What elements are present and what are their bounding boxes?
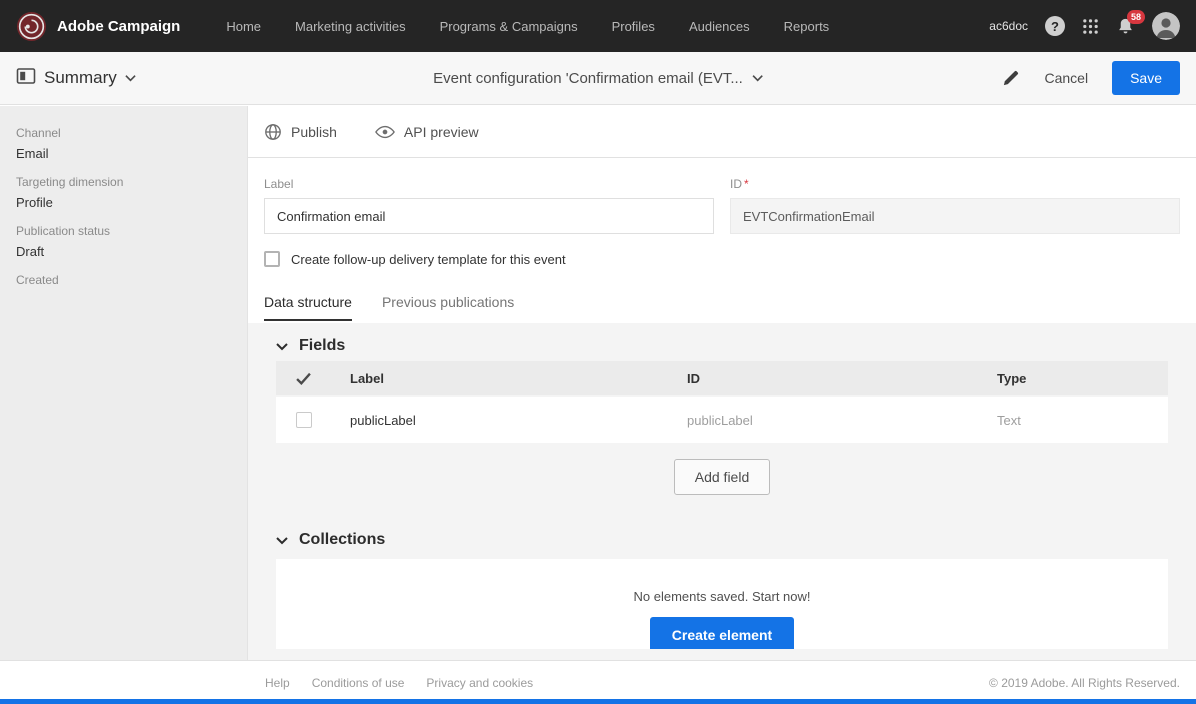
nav-item-home[interactable]: Home <box>226 19 261 34</box>
publish-label: Publish <box>291 124 337 140</box>
bottom-accent-bar <box>0 699 1196 704</box>
fields-section-title: Fields <box>299 337 345 355</box>
summary-icon <box>16 66 36 91</box>
sidebar-item-channel: Channel Email <box>16 126 231 161</box>
collections-section-title: Collections <box>299 531 385 549</box>
adobe-campaign-logo-icon <box>16 11 47 42</box>
account-id[interactable]: ac6doc <box>989 19 1028 33</box>
copyright-notice: © 2019 Adobe. All Rights Reserved. <box>989 676 1180 690</box>
page-header: Summary Event configuration 'Confirmatio… <box>0 52 1196 105</box>
fields-table-header: Label ID Type <box>276 361 1168 395</box>
id-input <box>730 198 1180 234</box>
create-element-button[interactable]: Create element <box>650 617 794 649</box>
event-config-form: Label ID* <box>248 158 1196 234</box>
main-content: Publish API preview Label ID* Create fol… <box>248 106 1196 660</box>
column-header-type: Type <box>997 371 1168 386</box>
row-checkbox[interactable] <box>296 412 312 428</box>
footer-link-help[interactable]: Help <box>265 676 290 690</box>
page-title: Event configuration 'Confirmation email … <box>433 70 743 87</box>
sidebar-item-label: Publication status <box>16 224 231 238</box>
notification-badge: 58 <box>1127 10 1145 24</box>
sidebar-item-publication-status: Publication status Draft <box>16 224 231 259</box>
field-label-cell: publicLabel <box>350 413 687 428</box>
id-field-label: ID* <box>730 177 1180 191</box>
fields-table: Label ID Type publicLabel publicLabel Te… <box>276 361 1168 443</box>
tab-data-structure[interactable]: Data structure <box>264 294 352 321</box>
navbar-right-cluster: ac6doc ? 58 <box>989 12 1180 40</box>
footer-link-conditions[interactable]: Conditions of use <box>312 676 405 690</box>
help-icon[interactable]: ? <box>1045 16 1065 36</box>
help-glyph: ? <box>1051 19 1059 34</box>
followup-checkbox[interactable] <box>264 251 280 267</box>
nav-item-reports[interactable]: Reports <box>784 19 830 34</box>
sidebar-item-targeting-dimension: Targeting dimension Profile <box>16 175 231 210</box>
save-button[interactable]: Save <box>1112 61 1180 95</box>
collections-empty-panel: No elements saved. Start now! Create ele… <box>276 559 1168 649</box>
chevron-down-icon <box>752 74 763 82</box>
add-field-button[interactable]: Add field <box>674 459 770 495</box>
sidebar-item-value: Profile <box>16 195 231 210</box>
sidebar-item-label: Channel <box>16 126 231 140</box>
chevron-down-icon <box>276 536 288 545</box>
api-preview-label: API preview <box>404 124 479 140</box>
id-field-group: ID* <box>730 177 1180 234</box>
top-navbar: Adobe Campaign Home Marketing activities… <box>0 0 1196 52</box>
publish-button[interactable]: Publish <box>264 123 337 141</box>
sidebar-item-label: Created <box>16 273 231 287</box>
field-type-cell: Text <box>997 413 1168 428</box>
chevron-down-icon <box>276 342 288 351</box>
summary-sidebar: Channel Email Targeting dimension Profil… <box>0 106 248 660</box>
chevron-down-icon <box>125 74 136 82</box>
required-asterisk: * <box>744 177 749 191</box>
fields-section-header[interactable]: Fields <box>276 337 1168 355</box>
select-all-check-icon[interactable] <box>276 372 350 385</box>
nav-item-audiences[interactable]: Audiences <box>689 19 750 34</box>
sidebar-item-value <box>16 293 231 301</box>
empty-state-message: No elements saved. Start now! <box>276 559 1168 604</box>
apps-grid-icon[interactable] <box>1082 18 1099 35</box>
tab-previous-publications[interactable]: Previous publications <box>382 294 514 321</box>
label-field-group: Label <box>264 177 714 234</box>
table-row[interactable]: publicLabel publicLabel Text <box>276 397 1168 443</box>
nav-item-marketing-activities[interactable]: Marketing activities <box>295 19 406 34</box>
content-tabs: Data structure Previous publications <box>248 267 1196 321</box>
sidebar-item-created: Created <box>16 273 231 301</box>
summary-label: Summary <box>44 68 117 88</box>
column-header-id: ID <box>687 371 997 386</box>
nav-item-profiles[interactable]: Profiles <box>612 19 655 34</box>
action-toolbar: Publish API preview <box>248 106 1196 158</box>
nav-item-programs-campaigns[interactable]: Programs & Campaigns <box>440 19 578 34</box>
label-field-label: Label <box>264 177 714 191</box>
edit-pencil-icon[interactable] <box>1001 69 1020 88</box>
field-id-cell: publicLabel <box>687 413 997 428</box>
header-actions: Cancel Save <box>1001 61 1180 95</box>
sidebar-item-label: Targeting dimension <box>16 175 231 189</box>
sidebar-item-value: Email <box>16 146 231 161</box>
column-header-label: Label <box>350 371 687 386</box>
summary-selector[interactable]: Summary <box>16 66 136 91</box>
label-input[interactable] <box>264 198 714 234</box>
brand-name: Adobe Campaign <box>57 18 180 35</box>
eye-icon <box>375 125 395 139</box>
api-preview-button[interactable]: API preview <box>375 124 479 140</box>
data-structure-panel: Fields Label ID Type publicLabel publicL… <box>248 323 1196 660</box>
page-footer: Help Conditions of use Privacy and cooki… <box>0 660 1196 704</box>
followup-checkbox-label: Create follow-up delivery template for t… <box>291 252 566 267</box>
notifications-bell-icon[interactable]: 58 <box>1116 17 1135 36</box>
primary-nav: Home Marketing activities Programs & Cam… <box>226 19 829 34</box>
cancel-button[interactable]: Cancel <box>1044 70 1088 86</box>
globe-icon <box>264 123 282 141</box>
footer-link-privacy[interactable]: Privacy and cookies <box>426 676 533 690</box>
sidebar-item-value: Draft <box>16 244 231 259</box>
collections-section-header[interactable]: Collections <box>276 531 1168 549</box>
page-title-dropdown[interactable]: Event configuration 'Confirmation email … <box>433 70 763 87</box>
followup-checkbox-row: Create follow-up delivery template for t… <box>248 234 1196 267</box>
user-avatar[interactable] <box>1152 12 1180 40</box>
